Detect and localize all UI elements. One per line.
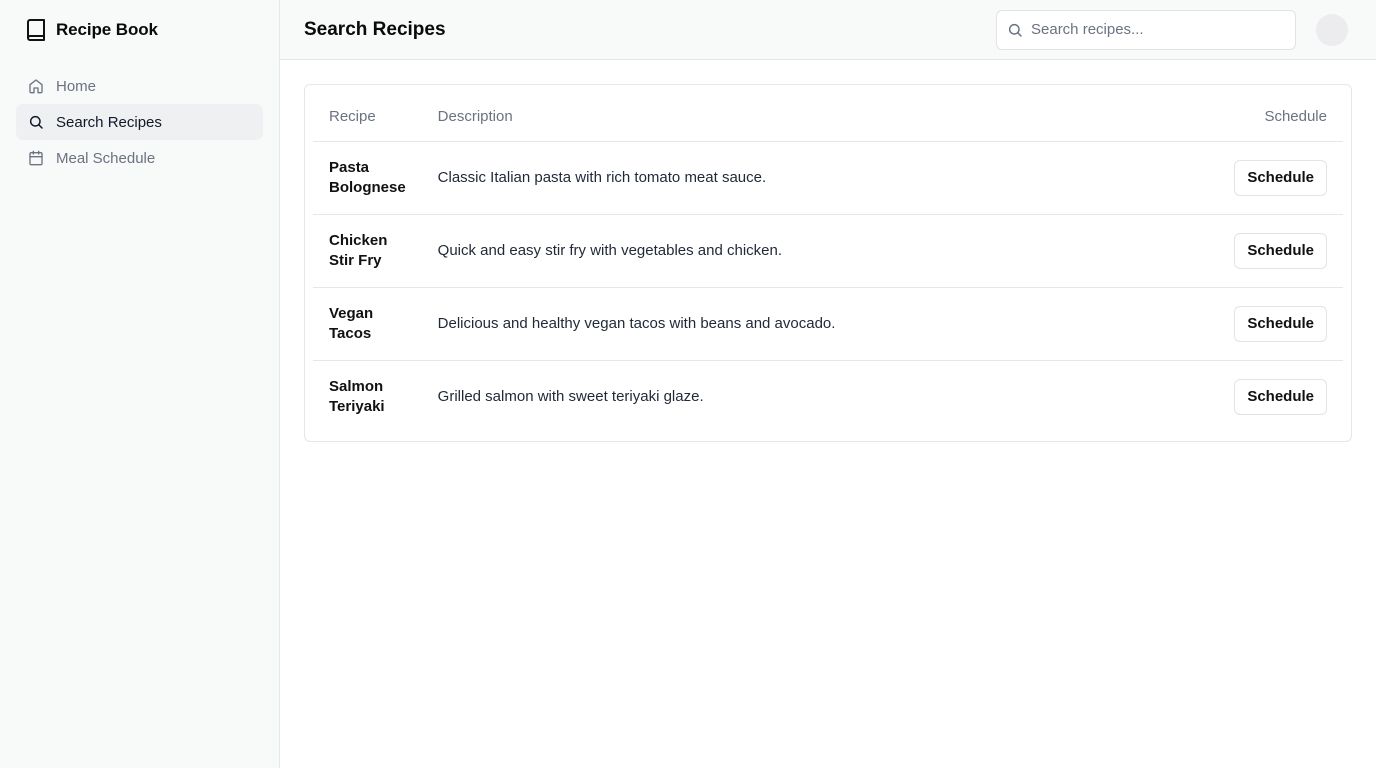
search-icon [1007,22,1023,38]
recipe-description: Delicious and healthy vegan tacos with b… [421,287,1213,361]
main-area: Search Recipes Recipe Description Schedu… [280,0,1376,768]
action-cell: Schedule [1213,141,1343,215]
table-row: Salmon Teriyaki Grilled salmon with swee… [313,360,1343,433]
table-row: Chicken Stir Fry Quick and easy stir fry… [313,214,1343,288]
recipes-card: Recipe Description Schedule Pasta Bologn… [304,84,1352,442]
schedule-button[interactable]: Schedule [1234,305,1327,342]
sidebar-nav: Home Search Recipes Meal Schedule [0,60,279,184]
sidebar: Recipe Book Home Search Recipes Meal Sch… [0,0,280,768]
column-header-description: Description [421,93,1213,142]
avatar[interactable] [1316,13,1348,46]
sidebar-item-meal-schedule[interactable]: Meal Schedule [16,140,263,176]
recipe-name: Chicken Stir Fry [313,214,422,288]
top-bar: Search Recipes [280,0,1376,60]
recipe-description: Grilled salmon with sweet teriyaki glaze… [437,388,704,406]
table-header-row: Recipe Description Schedule [313,93,1343,142]
search-box[interactable] [996,9,1296,50]
recipe-name: Vegan Tacos [313,287,422,361]
brand[interactable]: Recipe Book [0,0,279,60]
book-icon [26,19,46,41]
recipe-name: Pasta Bolognese [313,141,422,215]
sidebar-item-search-recipes[interactable]: Search Recipes [16,104,263,140]
sidebar-item-label: Search Recipes [56,113,162,131]
recipe-name: Salmon Teriyaki [329,377,385,415]
app-title: Recipe Book [56,20,158,39]
column-header-schedule: Schedule [1213,93,1343,142]
sidebar-item-label: Meal Schedule [56,149,156,167]
schedule-button[interactable]: Schedule [1234,378,1327,415]
sidebar-item-label: Home [56,77,97,95]
action-cell: Schedule [1213,287,1343,361]
action-cell: Schedule [1213,214,1343,288]
recipe-description: Classic Italian pasta with rich tomato m… [421,141,1213,215]
column-header-recipe: Recipe [313,93,422,142]
schedule-button[interactable]: Schedule [1234,159,1327,196]
schedule-button[interactable]: Schedule [1234,232,1327,269]
table-row: Pasta Bolognese Classic Italian pasta wi… [313,141,1343,215]
search-icon [28,114,44,130]
page-title: Search Recipes [304,18,446,40]
sidebar-item-home[interactable]: Home [16,68,263,104]
search-input[interactable] [1031,21,1295,38]
content: Recipe Description Schedule Pasta Bologn… [280,60,1376,466]
card-footer-spacer [313,433,1343,441]
recipes-table: Recipe Description Schedule Pasta Bologn… [313,93,1343,433]
recipe-description: Quick and easy stir fry with vegetables … [421,214,1213,288]
action-cell: Schedule [1213,360,1343,433]
table-row: Vegan Tacos Delicious and healthy vegan … [313,287,1343,361]
home-icon [28,78,44,94]
calendar-icon [28,150,44,166]
